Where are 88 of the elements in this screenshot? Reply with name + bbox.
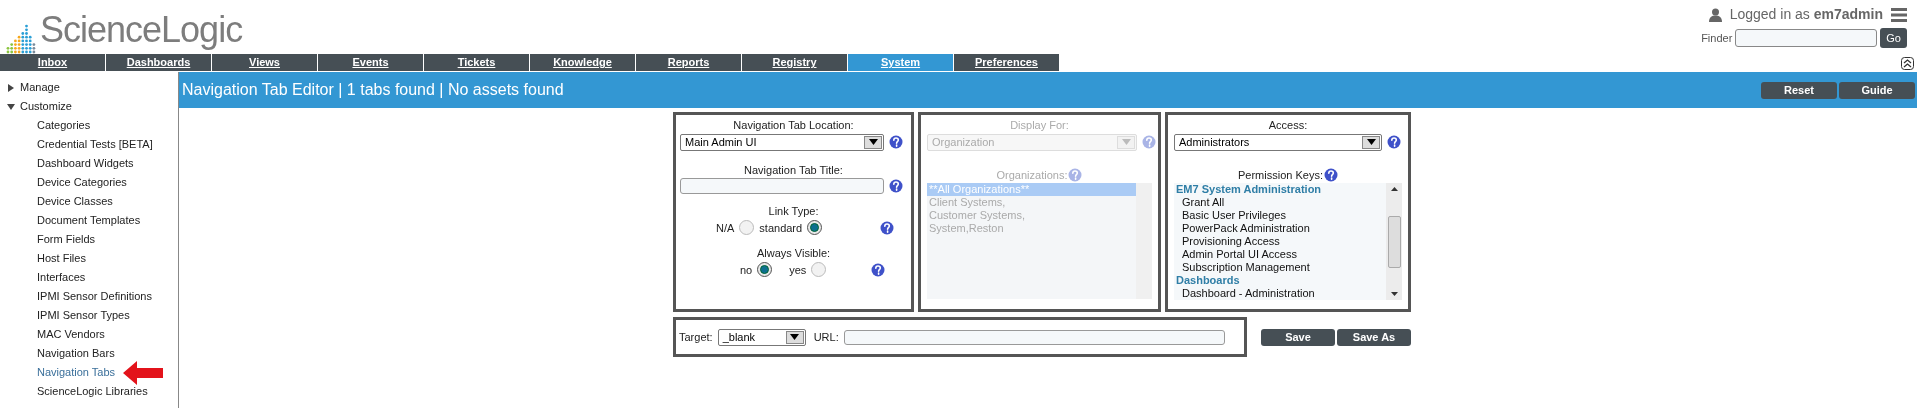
- dropdown-caret-icon: [1117, 135, 1135, 149]
- field-label: Always Visible:: [756, 246, 831, 261]
- finder-field[interactable]: [1735, 29, 1878, 47]
- list-option[interactable]: Subscription Management: [1174, 261, 1386, 274]
- sidebar-item[interactable]: Navigation Bars: [37, 345, 115, 362]
- list-group-heading: Dashboards: [1175, 274, 1241, 287]
- list-group-heading: EM7 System Administration: [1175, 183, 1323, 196]
- field-label: Permission Keys:: [1238, 167, 1323, 183]
- save-button[interactable]: Save As: [1337, 328, 1411, 346]
- nav-tab[interactable]: Preferences: [954, 54, 1059, 71]
- collapse-icon[interactable]: [1901, 57, 1914, 70]
- field-label: Link Type:: [768, 204, 819, 219]
- sidebar-item[interactable]: MAC Vendors: [37, 326, 105, 343]
- finder-label: Finder: [1701, 30, 1733, 46]
- page-title: Navigation Tab Editor | 1 tabs found | No assets found: [182, 80, 564, 100]
- scroll-down-icon[interactable]: [1390, 292, 1398, 296]
- field-label: Display For:: [1010, 118, 1069, 133]
- scroll-up-icon[interactable]: [1390, 187, 1398, 191]
- sidebar-item[interactable]: Interfaces: [37, 269, 86, 286]
- help-icon[interactable]: [880, 220, 895, 235]
- nav-tab[interactable]: Tickets: [424, 54, 529, 71]
- field-label: Organizations:: [996, 167, 1068, 183]
- go-button[interactable]: Go: [1880, 28, 1907, 48]
- radio-label: yes: [789, 262, 807, 278]
- sidebar-item[interactable]: IPMI Sensor Definitions: [37, 288, 152, 305]
- sidebar-section[interactable]: Manage: [20, 79, 60, 96]
- title-field[interactable]: [680, 178, 884, 194]
- dropdown-caret-icon: [864, 135, 882, 149]
- user-icon: [1708, 7, 1722, 22]
- radio-label: no: [740, 262, 753, 278]
- field-label: Navigation Tab Location:: [733, 118, 854, 133]
- sidebar-item[interactable]: Form Fields: [37, 231, 96, 248]
- list-option[interactable]: PowerPack Administration: [1174, 222, 1386, 235]
- nav-tab[interactable]: Views: [212, 54, 317, 71]
- dropdown-select[interactable]: Administrators: [1174, 133, 1382, 151]
- list-option[interactable]: Admin Portal UI Access: [1174, 248, 1386, 261]
- nav-tab[interactable]: Knowledge: [530, 54, 635, 71]
- list-option[interactable]: Grant All: [1174, 196, 1386, 209]
- header-button[interactable]: Guide: [1839, 81, 1915, 99]
- help-icon[interactable]: [889, 179, 903, 193]
- nav-tab[interactable]: Events: [318, 54, 423, 71]
- pointer-arrow-icon: [123, 360, 164, 385]
- sidebar-section[interactable]: Customize: [20, 98, 72, 115]
- sidebar-item[interactable]: Device Categories: [37, 174, 127, 191]
- menu-icon[interactable]: [1891, 7, 1907, 22]
- logged-in-text: Logged in as em7admin: [1729, 5, 1883, 24]
- dropdown-caret-icon: [1362, 135, 1380, 149]
- radio-label: standard: [759, 220, 803, 236]
- sidebar-item[interactable]: Categories: [37, 117, 91, 134]
- radio-button[interactable]: [757, 262, 773, 278]
- sidebar-item[interactable]: Dashboard Widgets: [37, 155, 134, 172]
- help-icon[interactable]: [871, 262, 886, 277]
- save-button[interactable]: Save: [1261, 328, 1335, 346]
- list-option[interactable]: Basic User Privileges: [1174, 209, 1386, 222]
- sidebar-item[interactable]: Document Templates: [37, 212, 141, 229]
- dropdown-caret-icon: [785, 330, 804, 344]
- nav-tab[interactable]: Reports: [636, 54, 741, 71]
- field-label: Navigation Tab Title:: [744, 162, 843, 178]
- url-field[interactable]: [843, 329, 1225, 345]
- help-icon[interactable]: [1387, 135, 1401, 149]
- radio-button[interactable]: [807, 220, 823, 236]
- field-label: Access:: [1268, 118, 1308, 133]
- sidebar-item[interactable]: Device Classes: [37, 193, 113, 210]
- header-button[interactable]: Reset: [1761, 81, 1837, 99]
- field-label: Target:: [679, 329, 713, 345]
- scrollbar[interactable]: [1386, 183, 1402, 300]
- sidebar-item[interactable]: Host Files: [37, 250, 86, 267]
- sidebar-item[interactable]: Navigation Tabs: [37, 364, 116, 381]
- expanded-caret-icon[interactable]: [7, 102, 15, 111]
- sidebar-item[interactable]: Credential Tests [BETA]: [37, 136, 153, 153]
- nav-tab[interactable]: Registry: [742, 54, 847, 71]
- help-icon[interactable]: [889, 135, 903, 149]
- radio-button[interactable]: [739, 220, 755, 236]
- list-option[interactable]: Provisioning Access: [1174, 235, 1386, 248]
- sidebar-item[interactable]: ScienceLogic Libraries: [37, 383, 148, 400]
- collapsed-caret-icon[interactable]: [7, 83, 15, 92]
- list-option[interactable]: Dashboard - Administration: [1174, 287, 1386, 300]
- radio-label: N/A: [716, 220, 735, 236]
- permission-keys-list[interactable]: EM7 System Administration Grant All Basic User Privileges PowerPack Administration Provisioning Access Admin Portal UI Access Subscription Management Dashboards Dashboard - Administration: [1174, 183, 1402, 300]
- nav-tab[interactable]: Dashboards: [106, 54, 211, 71]
- dropdown-select[interactable]: _blank: [717, 328, 806, 346]
- radio-button[interactable]: [811, 262, 827, 278]
- nav-tab[interactable]: Inbox: [0, 54, 105, 71]
- sidebar-item[interactable]: IPMI Sensor Types: [37, 307, 130, 324]
- logo-text: ScienceLogic: [40, 10, 243, 52]
- dropdown-select[interactable]: Main Admin UI: [680, 133, 884, 151]
- field-label: URL:: [813, 329, 839, 345]
- help-icon[interactable]: [1324, 167, 1338, 182]
